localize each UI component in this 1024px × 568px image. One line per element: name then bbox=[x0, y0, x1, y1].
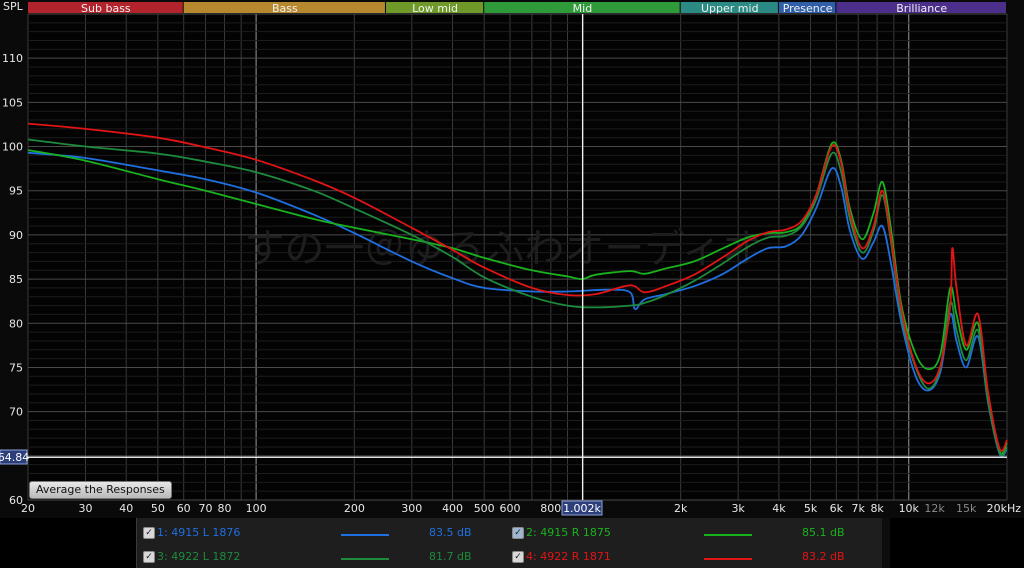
x-tick-label: 60 bbox=[177, 502, 191, 515]
x-tick-label: 800 bbox=[540, 502, 561, 515]
x-tick-label: 10k bbox=[899, 502, 920, 515]
y-tick-label: 90 bbox=[9, 229, 23, 242]
band-label: Bass bbox=[272, 2, 298, 15]
x-tick-label: 20 bbox=[21, 502, 35, 515]
x-tick-label: 400 bbox=[442, 502, 463, 515]
x-axis-ticks: 20 30 40 50 60 70 80 100 200 300 400 500 600 800 2k 3k 4… bbox=[21, 502, 977, 515]
x-tick-label: 4k bbox=[772, 502, 786, 515]
x-tick-label: 3k bbox=[731, 502, 745, 515]
x-tick-label: 7k bbox=[852, 502, 866, 515]
checkbox-2[interactable]: ✓ bbox=[512, 527, 524, 539]
band-label: Upper mid bbox=[701, 2, 759, 15]
x-tick-label: 12k bbox=[924, 502, 945, 515]
x-tick-label: 200 bbox=[344, 502, 365, 515]
x-tick-label: 50 bbox=[151, 502, 165, 515]
checkbox-4[interactable]: ✓ bbox=[512, 551, 524, 563]
cursor-x-readout: 1.002k bbox=[561, 500, 603, 516]
x-tick-label: 8k bbox=[870, 502, 884, 515]
x-tick-label: 70 bbox=[199, 502, 213, 515]
series-swatch bbox=[341, 558, 389, 560]
legend-panel: ✓ 1: 4915 L 1876 83.5 dB ✓ 2: 4915 R 187… bbox=[136, 518, 884, 568]
series-value: 85.1 dB bbox=[802, 526, 845, 539]
series-value: 83.2 dB bbox=[802, 550, 845, 563]
legend-row: ✓ 1: 4915 L 1876 83.5 dB ✓ 2: 4915 R 187… bbox=[137, 524, 883, 544]
y-tick-label: 80 bbox=[9, 317, 23, 330]
y-axis-label: SPL bbox=[3, 0, 24, 13]
y-tick-label: 95 bbox=[9, 185, 23, 198]
x-tick-label: 5k bbox=[804, 502, 818, 515]
band-label: Low mid bbox=[412, 2, 458, 15]
x-tick-label: 100 bbox=[246, 502, 267, 515]
x-axis-unit-label: 20kHz bbox=[987, 502, 1022, 515]
series-name: 4: 4922 R 1871 bbox=[526, 550, 611, 563]
x-tick-label: 600 bbox=[500, 502, 521, 515]
x-tick-label: 30 bbox=[78, 502, 92, 515]
band-label: Brilliance bbox=[896, 2, 947, 15]
average-responses-button[interactable]: Average the Responses bbox=[29, 481, 172, 499]
y-tick-label: 85 bbox=[9, 273, 23, 286]
y-tick-label: 110 bbox=[2, 52, 23, 65]
series-name: 3: 4922 L 1872 bbox=[157, 550, 241, 563]
series-value: 81.7 dB bbox=[429, 550, 472, 563]
y-tick-label: 105 bbox=[2, 96, 23, 109]
series-name: 1: 4915 L 1876 bbox=[157, 526, 241, 539]
series-value: 83.5 dB bbox=[429, 526, 472, 539]
cursor-y-readout: 64.84 bbox=[0, 449, 29, 465]
band-label: Mid bbox=[573, 2, 593, 15]
x-tick-label: 2k bbox=[674, 502, 688, 515]
x-tick-label: 80 bbox=[217, 502, 231, 515]
checkbox-3[interactable]: ✓ bbox=[143, 551, 155, 563]
series-name: 2: 4915 R 1875 bbox=[526, 526, 611, 539]
x-tick-label: 6k bbox=[830, 502, 844, 515]
legend-scrollbar[interactable] bbox=[882, 518, 890, 568]
band-label: Sub bass bbox=[81, 2, 131, 15]
y-tick-label: 100 bbox=[2, 141, 23, 154]
x-tick-label: 15k bbox=[956, 502, 977, 515]
y-tick-label: 75 bbox=[9, 361, 23, 374]
x-tick-label: 300 bbox=[401, 502, 422, 515]
series-swatch bbox=[704, 558, 752, 560]
series-swatch bbox=[704, 534, 752, 536]
checkbox-1[interactable]: ✓ bbox=[143, 527, 155, 539]
y-tick-label: 70 bbox=[9, 406, 23, 419]
cursor-x-label: 1.002k bbox=[563, 502, 601, 515]
y-tick-label: 60 bbox=[9, 494, 23, 507]
series-swatch bbox=[341, 534, 389, 536]
legend-row: ✓ 3: 4922 L 1872 81.7 dB ✓ 4: 4922 R 187… bbox=[137, 548, 883, 568]
band-label: Presence bbox=[783, 2, 833, 15]
x-tick-label: 40 bbox=[119, 502, 133, 515]
x-tick-label: 500 bbox=[474, 502, 495, 515]
cursor-y-label: 64.84 bbox=[0, 451, 29, 464]
